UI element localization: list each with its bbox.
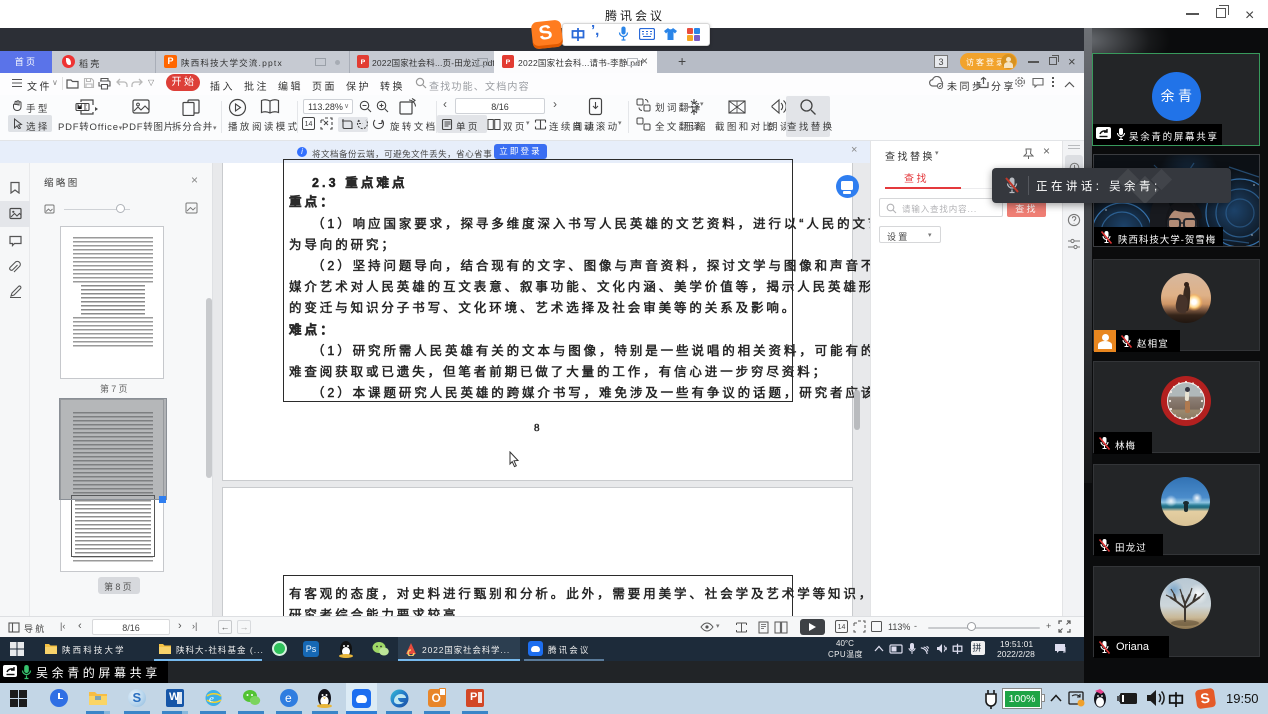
svg-text:e: e — [209, 693, 214, 705]
